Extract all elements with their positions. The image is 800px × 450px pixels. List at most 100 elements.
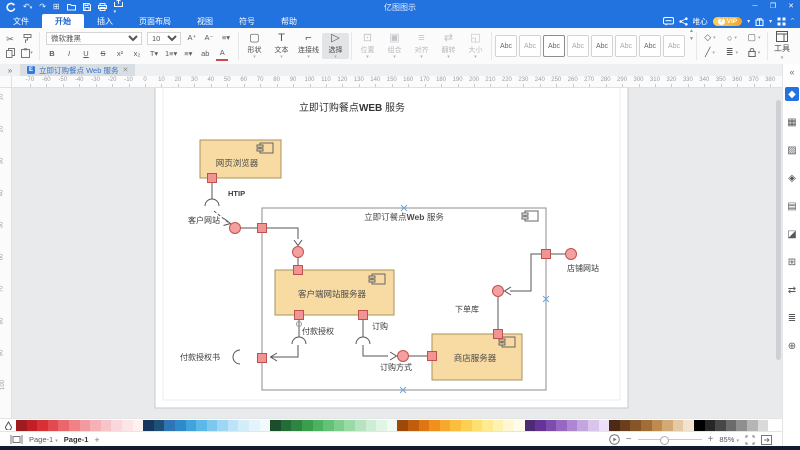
color-swatch[interactable] <box>397 420 408 431</box>
color-swatch[interactable] <box>619 420 631 431</box>
color-swatch[interactable] <box>302 420 313 431</box>
toolbar-button-位置[interactable]: ⊡ 位置 ▾ <box>354 33 381 60</box>
format-painter-icon[interactable] <box>21 33 33 45</box>
label-client-site[interactable]: 客户网站 <box>188 215 220 225</box>
color-swatch[interactable] <box>259 420 271 431</box>
paste-icon[interactable]: ▾ <box>21 47 33 59</box>
font-color-button[interactable]: A <box>216 47 229 61</box>
color-swatch[interactable] <box>291 420 303 431</box>
collapse-ribbon-icon[interactable]: ^ <box>791 18 794 24</box>
color-swatch[interactable] <box>704 420 716 431</box>
color-swatch[interactable] <box>121 420 133 431</box>
color-swatch[interactable] <box>662 420 673 431</box>
layers-icon[interactable]: ◈ <box>785 171 799 185</box>
bold-button[interactable]: B <box>46 48 58 60</box>
color-swatch[interactable] <box>386 420 398 431</box>
maximize-button[interactable]: ❐ <box>764 0 782 14</box>
color-swatch[interactable] <box>333 420 345 431</box>
shrink-font-button[interactable]: A⁻ <box>203 32 215 44</box>
toolbar-button-连接线[interactable]: ⌐ 连接线 ▾ <box>295 33 322 60</box>
line-spacing-button[interactable]: 1≡▾ <box>165 48 177 60</box>
fill-format-tool-icon[interactable]: ◆ <box>785 87 799 101</box>
color-swatch[interactable] <box>503 420 514 431</box>
cut-icon[interactable]: ✂ <box>4 33 16 45</box>
color-swatch[interactable] <box>609 420 620 431</box>
connector-style-icon[interactable]: ≣ <box>785 311 799 325</box>
color-swatch[interactable] <box>376 420 387 431</box>
toolbar-button-形状[interactable]: ▢ 形状 ▾ <box>241 33 268 60</box>
color-swatch[interactable] <box>492 420 504 431</box>
color-swatch[interactable] <box>323 420 334 431</box>
fit-expand-icon[interactable]: ⊕ <box>785 339 799 353</box>
open-folder-button[interactable] <box>66 3 76 11</box>
color-swatch[interactable] <box>651 420 663 431</box>
zoom-slider[interactable] <box>637 436 702 445</box>
node-client-web-server[interactable]: 客户端网站服务器 <box>274 269 395 316</box>
fill-color-button[interactable]: ◇ ▾ <box>704 32 715 43</box>
tab-file[interactable]: 文件 <box>0 14 42 28</box>
feedback-chat-icon[interactable] <box>662 16 674 26</box>
text-align-button[interactable]: ≡▾ <box>220 32 232 44</box>
color-swatch[interactable] <box>513 420 525 431</box>
color-swatch[interactable] <box>312 420 324 431</box>
color-swatch[interactable] <box>111 420 122 431</box>
node-store-server[interactable]: 商店服务器 <box>431 333 523 381</box>
picture-icon[interactable]: ▨ <box>785 143 799 157</box>
style-swatch-3[interactable]: Abc <box>543 35 565 57</box>
ribbon-tab-页面布局[interactable]: 页面布局 <box>126 14 184 28</box>
toolbar-button-组合[interactable]: ▣ 组合 ▾ <box>381 33 408 60</box>
chart-icon[interactable]: ◪ <box>785 227 799 241</box>
color-swatch[interactable] <box>132 420 144 431</box>
color-swatch[interactable] <box>249 420 260 431</box>
color-swatch[interactable] <box>598 420 610 431</box>
color-swatch[interactable] <box>280 420 292 431</box>
lock-button[interactable]: ▾ <box>747 48 760 57</box>
color-swatch[interactable] <box>68 420 80 431</box>
color-swatch[interactable] <box>556 420 567 431</box>
paragraph-button[interactable]: ≡▾ <box>182 48 194 60</box>
color-swatch[interactable] <box>164 420 175 431</box>
tab-close-icon[interactable]: ✕ <box>122 66 128 74</box>
color-swatch[interactable] <box>153 420 165 431</box>
color-swatch[interactable] <box>37 420 48 431</box>
color-swatch[interactable] <box>58 420 69 431</box>
undo-button[interactable]: ↶▾ <box>23 3 32 11</box>
text-style-button[interactable]: T▾ <box>148 48 160 60</box>
user-name[interactable]: 唯心 <box>693 16 708 27</box>
fit-window-icon[interactable] <box>761 434 772 445</box>
color-swatch[interactable] <box>196 420 207 431</box>
minimize-button[interactable]: ─ <box>746 0 764 14</box>
color-swatch[interactable] <box>725 420 737 431</box>
apps-grid-icon[interactable] <box>777 17 786 26</box>
color-swatch[interactable] <box>206 420 218 431</box>
color-swatch[interactable] <box>217 420 228 431</box>
color-swatch[interactable] <box>768 420 779 431</box>
gift-caret-icon[interactable]: ▾ <box>769 18 772 25</box>
color-swatch[interactable] <box>47 420 59 431</box>
gift-icon[interactable] <box>755 17 764 26</box>
color-swatch[interactable] <box>16 420 27 431</box>
label-order[interactable]: 订购 <box>372 321 388 331</box>
color-swatch[interactable] <box>672 420 684 431</box>
color-swatch[interactable] <box>545 420 557 431</box>
style-swatch-5[interactable]: Abc <box>591 35 613 57</box>
toolbar-button-大小[interactable]: ◱ 大小 ▾ <box>462 33 489 60</box>
symbol-library-icon[interactable]: ▦ <box>785 115 799 129</box>
color-swatch[interactable] <box>439 420 451 431</box>
color-swatch[interactable] <box>482 420 493 431</box>
toolbar-button-翻转[interactable]: ⇄ 翻转 ▾ <box>435 33 462 60</box>
ribbon-tab-帮助[interactable]: 帮助 <box>268 14 310 28</box>
color-swatch[interactable] <box>460 420 472 431</box>
vertical-scrollbar[interactable] <box>776 100 781 360</box>
color-swatch[interactable] <box>683 420 694 431</box>
color-swatch[interactable] <box>365 420 377 431</box>
table-icon[interactable]: ⊞ <box>785 255 799 269</box>
zoom-in-button[interactable]: + <box>708 434 714 445</box>
substitute-shape-icon[interactable]: ⇄ <box>785 283 799 297</box>
grow-font-button[interactable]: A⁺ <box>186 32 198 44</box>
color-swatch[interactable] <box>577 420 589 431</box>
color-swatch[interactable] <box>757 420 769 431</box>
style-swatch-2[interactable]: Abc <box>519 35 541 57</box>
color-swatch[interactable] <box>90 420 101 431</box>
print-button[interactable] <box>97 3 107 11</box>
